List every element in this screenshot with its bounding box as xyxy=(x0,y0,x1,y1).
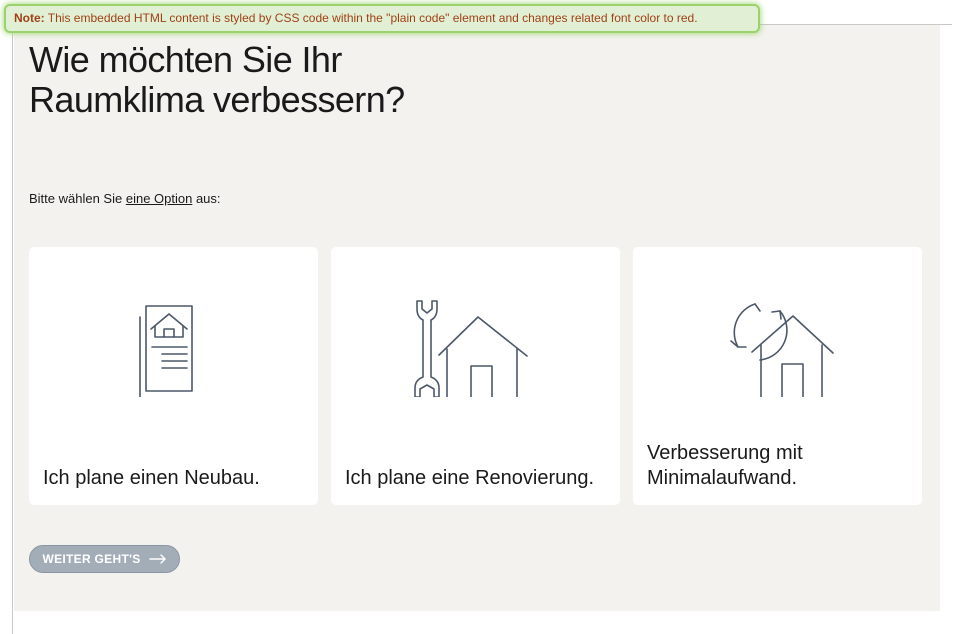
option-card-renovierung[interactable]: Ich plane eine Renovierung. xyxy=(331,247,620,505)
next-button[interactable]: WEITER GEHT'S xyxy=(29,545,180,573)
next-button-label: WEITER GEHT'S xyxy=(42,552,141,566)
page-title-line-1: Wie möchten Sie Ihr xyxy=(29,39,342,80)
option-label-line-2: Minimalaufwand. xyxy=(647,467,798,489)
option-card-minimalaufwand[interactable]: Verbesserung mit Minimalaufwand. xyxy=(633,247,922,505)
note-label: Note: xyxy=(14,11,45,25)
option-label-renovierung: Ich plane eine Renovierung. xyxy=(345,467,595,489)
option-label-line-1: Verbesserung mit xyxy=(647,442,803,464)
prompt-text-before: Bitte wählen Sie xyxy=(29,191,126,206)
prompt-text-after: aus: xyxy=(192,191,221,206)
page-title-line-2: Raumklima verbessern? xyxy=(29,79,405,120)
option-help-link[interactable]: eine Option xyxy=(126,191,193,206)
note-text: This embedded HTML content is styled by … xyxy=(47,11,698,25)
option-label-minimalaufwand: Verbesserung mit Minimalaufwand. xyxy=(647,441,908,491)
option-card-neubau[interactable]: Ich plane einen Neubau. xyxy=(29,247,318,505)
house-document-icon xyxy=(29,287,318,427)
note-banner: Note: This embedded HTML content is styl… xyxy=(4,4,760,33)
option-prompt: Bitte wählen Sie eine Option aus: xyxy=(29,191,221,206)
refresh-house-icon xyxy=(633,287,922,427)
page-title: Wie möchten Sie Ihr Raumklima verbessern… xyxy=(29,40,405,120)
arrow-right-icon xyxy=(148,554,167,564)
wrench-house-icon xyxy=(331,287,620,427)
option-label-neubau: Ich plane einen Neubau. xyxy=(43,467,260,489)
